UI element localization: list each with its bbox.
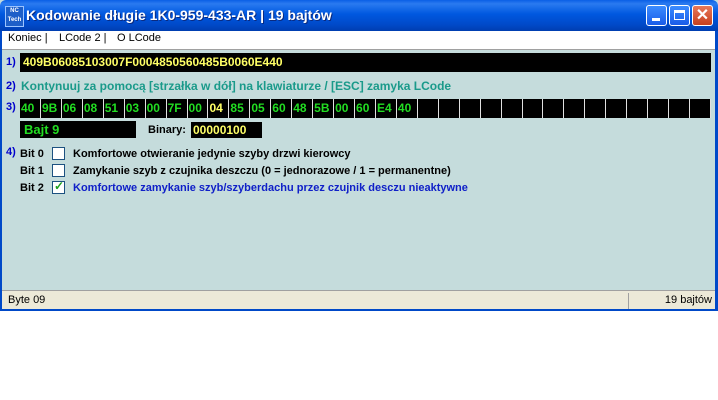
bit-2-description: Komfortowe zamykanie szyb/szyberdachu pr… <box>73 182 468 194</box>
bit-0-checkbox[interactable] <box>52 147 65 160</box>
byte-cell[interactable] <box>585 99 607 118</box>
window-title: Kodowanie długie 1K0-959-433-AR | 19 baj… <box>26 7 332 23</box>
byte-cell[interactable]: 00 <box>188 99 209 118</box>
byte-cell[interactable] <box>690 99 712 118</box>
bit-0-description: Komfortowe otwieranie jedynie szyby drzw… <box>73 148 351 160</box>
byte-cell[interactable]: 7F <box>167 99 188 118</box>
byte-cell[interactable] <box>669 99 691 118</box>
byte-cell[interactable]: 00 <box>334 99 356 118</box>
byte-cell[interactable]: 60 <box>271 99 293 118</box>
byte-cell[interactable] <box>460 99 481 118</box>
binary-value: 00000100 <box>191 122 262 138</box>
byte-cell[interactable]: E4 <box>376 99 397 118</box>
byte-cell[interactable]: 51 <box>104 99 125 118</box>
byte-cell[interactable] <box>648 99 670 118</box>
maximize-icon <box>674 10 685 20</box>
byte-cell[interactable] <box>606 99 628 118</box>
byte-cell[interactable] <box>502 99 523 118</box>
bit-1-label: Bit 1 <box>20 165 44 177</box>
byte-cell[interactable]: 05 <box>250 99 272 118</box>
binary-label: Binary: <box>148 124 186 136</box>
bit-1-checkbox[interactable] <box>52 164 65 177</box>
byte-cell[interactable]: 48 <box>292 99 314 118</box>
checkmark-icon: ✓ <box>54 179 65 193</box>
window-frame-left <box>0 31 2 311</box>
bit-2-checkbox[interactable]: ✓ <box>52 179 65 194</box>
byte-cell[interactable]: 00 <box>146 99 167 118</box>
byte-cell[interactable]: 03 <box>125 99 146 118</box>
menu-lcode2[interactable]: LCode 2 | <box>59 32 107 44</box>
bit-2-label: Bit 2 <box>20 182 44 194</box>
coding-string-field[interactable]: 409B06085103007F0004850560485B0060E440 <box>20 53 711 72</box>
bit-0-label: Bit 0 <box>20 148 44 160</box>
minimize-icon <box>652 18 660 21</box>
status-divider <box>628 293 629 309</box>
status-byte: Byte 09 <box>8 294 46 306</box>
byte-cell[interactable] <box>564 99 586 118</box>
row-label-3: 3) <box>6 101 16 113</box>
close-icon: ✕ <box>695 7 710 24</box>
row-label-1: 1) <box>6 56 16 68</box>
byte-cell[interactable]: 08 <box>83 99 104 118</box>
title-bar[interactable]: NC Tech Kodowanie długie 1K0-959-433-AR … <box>0 0 718 31</box>
window-frame-bottom <box>0 309 718 311</box>
byte-cell[interactable]: 5B <box>313 99 335 118</box>
byte-cell[interactable]: 40 <box>20 99 41 118</box>
byte-cell[interactable] <box>418 99 439 118</box>
status-byte-count: 19 bajtów <box>664 294 712 306</box>
byte-cell[interactable] <box>481 99 502 118</box>
app-window: NC Tech Kodowanie długie 1K0-959-433-AR … <box>0 0 718 311</box>
status-bar: Byte 09 19 bajtów <box>0 290 718 311</box>
byte-cell[interactable]: 04 <box>208 99 230 118</box>
byte-cell[interactable] <box>544 99 565 118</box>
bit-1-description: Zamykanie szyb z czujnika deszczu (0 = j… <box>73 165 451 177</box>
close-button[interactable]: ✕ <box>692 5 713 26</box>
selected-byte-label: Bajt 9 <box>20 121 136 138</box>
minimize-button[interactable] <box>646 5 667 26</box>
byte-cell[interactable] <box>439 99 460 118</box>
byte-cell[interactable] <box>627 99 649 118</box>
byte-cell[interactable] <box>523 99 544 118</box>
byte-grid: 40 9B 06 08 51 03 00 7F 00 04 85 05 60 48 5B 00 60 E4 40 <box>20 99 712 118</box>
menu-koniec[interactable]: Koniec | <box>8 32 48 44</box>
row-label-4: 4) <box>6 146 16 158</box>
row-label-2: 2) <box>6 80 16 92</box>
byte-cell[interactable]: 9B <box>41 99 62 118</box>
byte-cell[interactable]: 06 <box>62 99 83 118</box>
app-logo-icon: NC Tech <box>5 6 24 27</box>
byte-cell[interactable]: 40 <box>397 99 418 118</box>
byte-cell[interactable]: 60 <box>355 99 376 118</box>
maximize-button[interactable] <box>669 5 690 26</box>
byte-cell[interactable]: 85 <box>229 99 251 118</box>
instruction-text: Kontynuuj za pomocą [strzałka w dół] na … <box>21 79 452 93</box>
menu-o-lcode[interactable]: O LCode <box>117 32 161 44</box>
menu-bar: Koniec | LCode 2 | O LCode <box>0 31 718 50</box>
